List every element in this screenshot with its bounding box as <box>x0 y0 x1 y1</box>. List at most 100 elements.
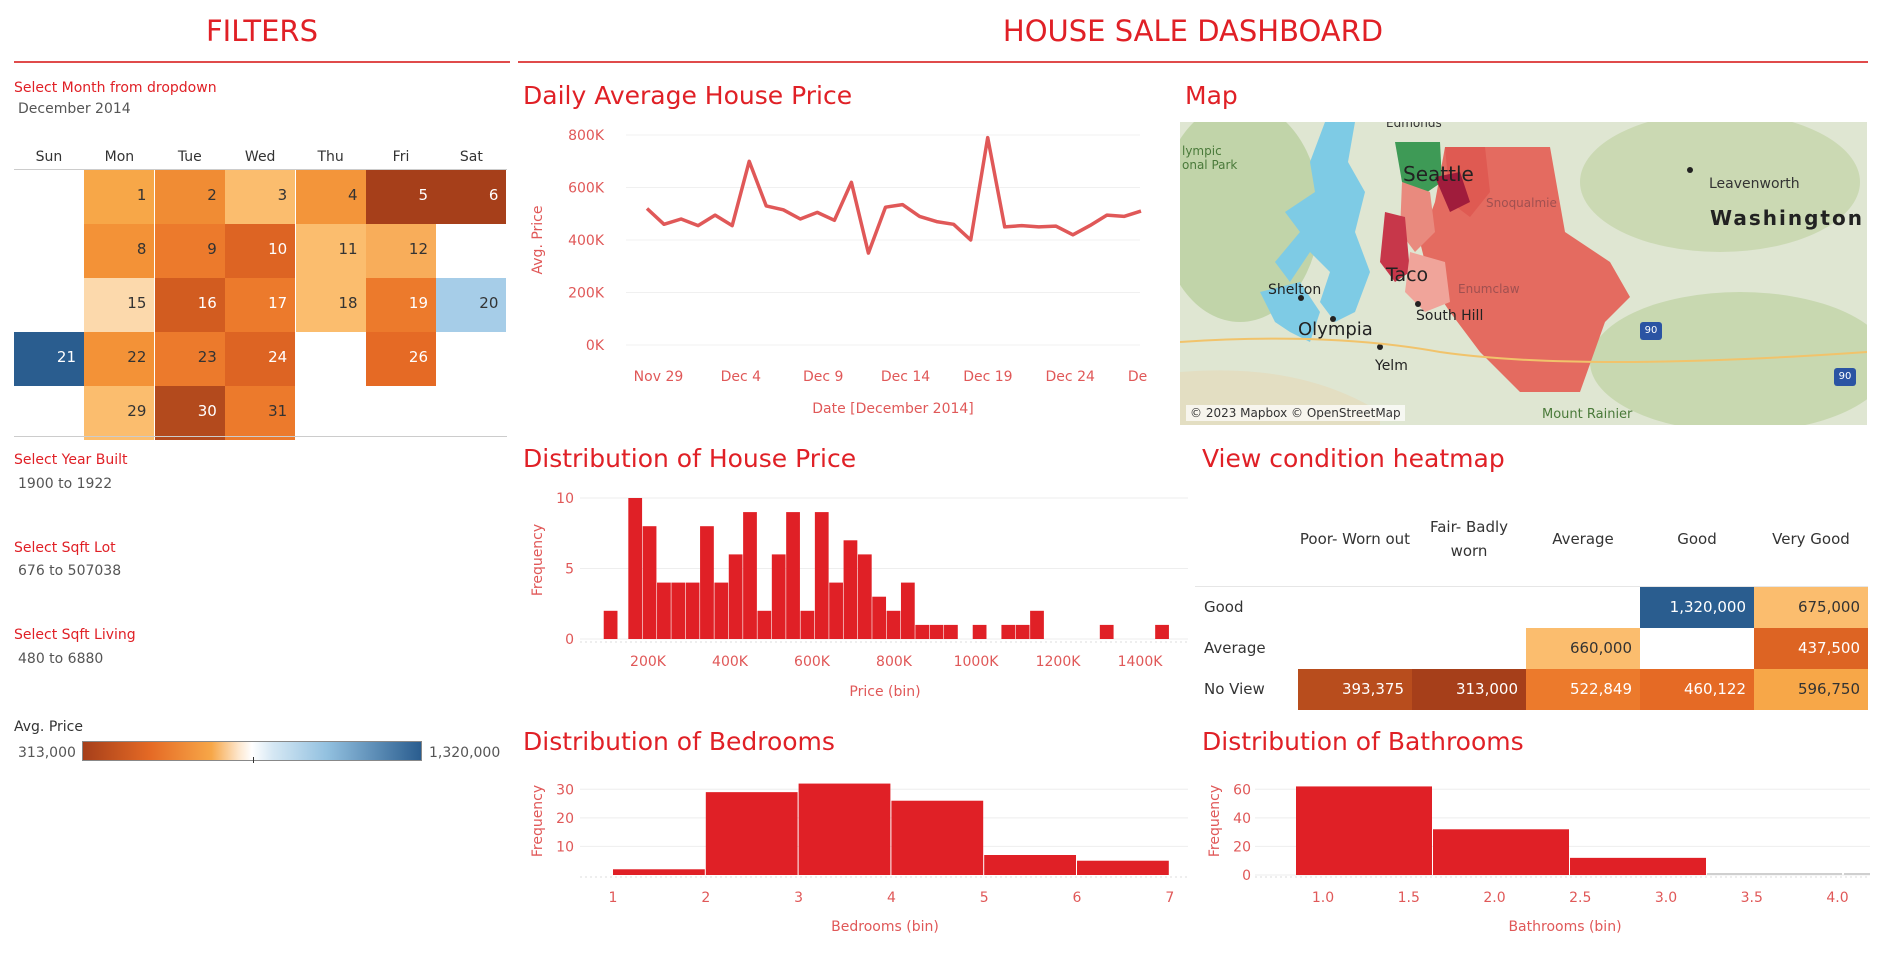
x-tick-label: 3 <box>794 890 803 906</box>
calendar-day-cell[interactable]: 16 <box>154 278 225 332</box>
calendar-day-cell[interactable]: 5 <box>366 170 436 224</box>
calendar-day-cell[interactable]: 2 <box>154 170 225 224</box>
calendar-day-cell[interactable]: 22 <box>84 332 155 386</box>
heatmap-cell[interactable]: 596,750 <box>1754 669 1868 710</box>
price-bar <box>972 624 987 639</box>
heatmap-cell[interactable]: 437,500 <box>1754 628 1868 669</box>
calendar-day-cell[interactable]: 15 <box>84 278 155 332</box>
calendar-day-cell[interactable]: 21 <box>14 332 84 386</box>
price-bar <box>1155 624 1169 639</box>
x-tick-label: 3.0 <box>1655 890 1677 906</box>
calendar-day-cell[interactable]: 31 <box>225 386 296 440</box>
y-tick-label: 200K <box>568 286 605 302</box>
map-interstate-shield: 90 <box>1640 322 1662 340</box>
dashboard-title: HOUSE SALE DASHBOARD <box>1002 14 1384 48</box>
price-bar <box>743 512 757 639</box>
price-bar <box>929 624 944 639</box>
calendar-day-cell[interactable]: 3 <box>225 170 296 224</box>
heatmap-cell[interactable]: 1,320,000 <box>1640 587 1754 628</box>
map-label-edmonds: Edmonds <box>1386 122 1442 130</box>
price-bar <box>714 582 729 639</box>
calendar-day-cell[interactable]: 11 <box>295 224 366 278</box>
view-condition-heatmap: Poor- Worn out Fair- Badly worn Average Goo… <box>1195 505 1870 715</box>
x-tick-label: Dec 19 <box>963 369 1012 385</box>
calendar-day-cell[interactable]: 30 <box>154 386 225 440</box>
bedrooms-bar <box>1077 860 1169 875</box>
house-map[interactable]: Edmonds lympic onal Park Seattle Snoqual… <box>1180 122 1867 425</box>
x-tick-label: 7 <box>1165 890 1174 906</box>
map-label-rainier: Mount Rainier <box>1542 407 1633 422</box>
x-axis-label: Date [December 2014] <box>812 401 974 417</box>
bedrooms-bar <box>798 783 891 875</box>
y-tick-label: 400K <box>568 233 605 249</box>
heatmap-cell[interactable]: 522,849 <box>1526 669 1640 710</box>
map-label-leavenworth: Leavenworth <box>1709 176 1800 192</box>
calendar-day-cell[interactable]: 29 <box>84 386 155 440</box>
bedrooms-histogram: 30 20 10 Frequency 1 2 3 4 5 6 7 Bedrooms (bin) <box>530 782 1188 935</box>
price-bar <box>786 512 800 639</box>
heatmap-cell[interactable]: 393,375 <box>1298 669 1412 710</box>
price-bar <box>642 526 657 639</box>
sqft-lot-range[interactable]: 676 to 507038 <box>18 563 121 579</box>
y-tick-label: 20 <box>556 811 574 827</box>
x-tick-label: 1 <box>609 890 618 906</box>
map-label-yelm: Yelm <box>1375 358 1408 374</box>
y-tick-label: 30 <box>556 782 574 798</box>
calendar-day-cell[interactable]: 9 <box>154 224 225 278</box>
bedrooms-bar <box>984 855 1076 875</box>
calendar-day-cell[interactable]: 6 <box>436 170 507 224</box>
calendar-day-cell[interactable]: 12 <box>366 224 436 278</box>
heatmap-cell[interactable]: 660,000 <box>1526 628 1640 669</box>
x-tick-label: Dec 24 <box>1046 369 1095 385</box>
x-tick-label: 4.0 <box>1826 890 1848 906</box>
y-axis-label: Avg. Price <box>530 206 546 275</box>
price-bar <box>1099 624 1114 639</box>
price-bar <box>857 554 872 639</box>
calendar-day-cell[interactable]: 10 <box>225 224 296 278</box>
map-label-snoqualmie: Snoqualmie <box>1486 196 1557 210</box>
calendar-day-cell[interactable]: 23 <box>154 332 225 386</box>
calendar-divider <box>14 436 507 437</box>
heatmap-title: View condition heatmap <box>1202 444 1505 473</box>
color-legend-bar <box>82 741 422 761</box>
price-bar <box>700 526 714 639</box>
filters-title: FILTERS <box>206 14 318 48</box>
calendar-day-cell[interactable]: 8 <box>84 224 155 278</box>
map-label-olympia: Olympia <box>1298 319 1373 340</box>
calendar-day-cell[interactable]: 26 <box>366 332 436 386</box>
calendar-heatmap: Sun Mon Tue Wed Thu Fri Sat 1 2 3 4 5 6 8 9 10 11 12 15 16 1… <box>14 146 507 440</box>
y-axis-label: Frequency <box>1207 785 1223 857</box>
calendar-day-cell[interactable]: 17 <box>225 278 296 332</box>
y-tick-label: 800K <box>568 128 605 144</box>
map-label-south-hill: South Hill <box>1416 308 1484 324</box>
price-bar <box>829 582 843 639</box>
calendar-day-cell[interactable]: 18 <box>295 278 366 332</box>
legend-min: 313,000 <box>18 745 76 761</box>
x-tick-label: 3.5 <box>1741 890 1763 906</box>
map-label-olympic: lympic onal Park <box>1182 144 1238 172</box>
y-tick-label: 20 <box>1233 839 1251 855</box>
heatmap-cell[interactable]: 460,122 <box>1640 669 1754 710</box>
calendar-day-cell[interactable]: 24 <box>225 332 296 386</box>
calendar-day-cell[interactable]: 4 <box>295 170 366 224</box>
price-bar <box>814 512 829 639</box>
price-bar <box>944 624 958 639</box>
calendar-day-cell[interactable]: 19 <box>366 278 436 332</box>
bedrooms-bar <box>613 869 705 875</box>
x-tick-label: 2.5 <box>1569 890 1591 906</box>
price-bar <box>1001 624 1016 639</box>
price-bar <box>771 554 786 639</box>
heatmap-column-header: Fair- Badly worn <box>1429 518 1509 560</box>
x-tick-label: 5 <box>980 890 989 906</box>
x-tick-label: Dec 4 <box>721 369 762 385</box>
sqft-living-range[interactable]: 480 to 6880 <box>18 651 103 667</box>
month-filter-label: Select Month from dropdown <box>14 80 217 96</box>
price-bar <box>900 582 915 639</box>
heatmap-cell[interactable]: 313,000 <box>1412 669 1526 710</box>
month-dropdown[interactable]: December 2014 <box>18 101 131 117</box>
y-tick-label: 0K <box>586 338 605 354</box>
year-built-range[interactable]: 1900 to 1922 <box>18 476 112 492</box>
calendar-day-cell[interactable]: 20 <box>436 278 507 332</box>
calendar-day-cell[interactable]: 1 <box>84 170 155 224</box>
heatmap-cell[interactable]: 675,000 <box>1754 587 1868 628</box>
